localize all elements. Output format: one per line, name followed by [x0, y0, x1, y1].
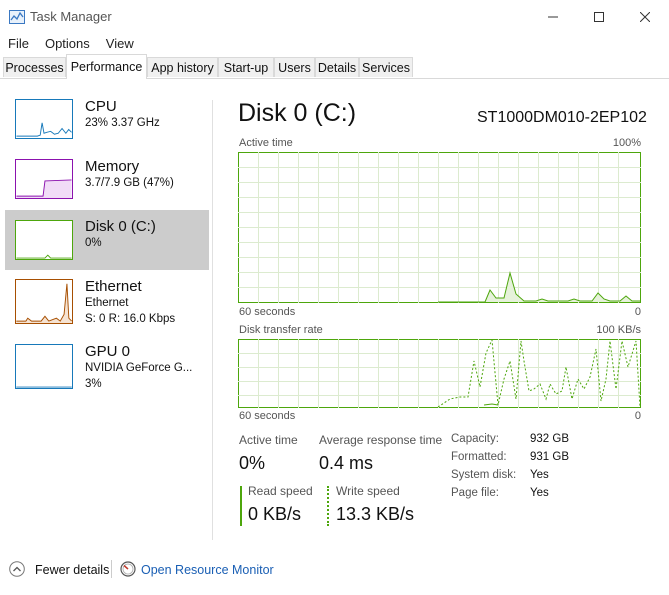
tab-services[interactable]: Services — [359, 57, 413, 77]
memory-thumbnail-graph — [15, 159, 73, 199]
fewer-details-button[interactable]: Fewer details — [35, 563, 109, 577]
page-file-value: Yes — [530, 487, 549, 499]
sidebar-item-cpu[interactable]: CPU 23% 3.37 GHz — [5, 95, 209, 155]
transfer-rate-graph-span: 60 seconds — [239, 410, 296, 422]
active-time-graph — [238, 152, 641, 303]
menu-view[interactable]: View — [98, 33, 142, 53]
sidebar-sub-cpu: 23% 3.37 GHz — [85, 117, 160, 129]
menu-file[interactable]: File — [0, 33, 37, 53]
sidebar-item-gpu[interactable]: GPU 0 NVIDIA GeForce G... 3% — [5, 340, 209, 400]
sidebar-label-disk: Disk 0 (C:) — [85, 218, 156, 235]
avg-response-value: 0.4 ms — [319, 453, 374, 473]
capacity-key: Capacity: — [451, 433, 499, 445]
write-speed-value: 13.3 KB/s — [336, 504, 415, 524]
active-time-label: Active time — [239, 433, 298, 447]
read-speed-indicator — [240, 486, 242, 526]
system-disk-key: System disk: — [451, 469, 517, 481]
write-speed-indicator — [327, 486, 329, 526]
cpu-thumbnail-graph — [15, 99, 73, 139]
active-time-graph-max: 100% — [612, 137, 641, 149]
formatted-key: Formatted: — [451, 451, 507, 463]
disk-thumbnail-graph — [15, 220, 73, 260]
window-title: Task Manager — [30, 9, 112, 24]
sidebar-label-gpu: GPU 0 — [85, 343, 131, 360]
sidebar-item-disk[interactable]: Disk 0 (C:) 0% — [5, 210, 209, 270]
read-speed-value: 0 KB/s — [248, 504, 302, 524]
sidebar-sub2-gpu: 3% — [85, 378, 102, 390]
close-icon — [640, 11, 650, 22]
tab-performance[interactable]: Performance — [66, 54, 147, 79]
active-time-value: 0% — [239, 453, 266, 473]
device-model: ST1000DM010-2EP102 — [477, 109, 647, 126]
avg-response-label: Average response time — [319, 433, 443, 447]
sidebar-label-memory: Memory — [85, 158, 140, 175]
sidebar-sub-gpu: NVIDIA GeForce G... — [85, 362, 193, 374]
sidebar-label-cpu: CPU — [85, 98, 117, 115]
formatted-value: 931 GB — [530, 451, 569, 463]
tab-users[interactable]: Users — [274, 57, 315, 77]
menu-options[interactable]: Options — [37, 33, 98, 53]
active-time-graph-min: 0 — [634, 306, 641, 318]
read-speed-label: Read speed — [248, 484, 313, 498]
gpu-thumbnail-graph — [15, 344, 73, 389]
page-title: Disk 0 (C:) — [238, 99, 357, 127]
system-disk-value: Yes — [530, 469, 549, 481]
sidebar-sub-ethernet: Ethernet — [85, 297, 129, 309]
minimize-icon — [548, 16, 558, 17]
sidebar-divider — [212, 100, 213, 540]
sidebar-sub2-ethernet: S: 0 R: 16.0 Kbps — [85, 313, 176, 325]
write-speed-label: Write speed — [336, 484, 400, 498]
tab-start-up[interactable]: Start-up — [218, 57, 274, 77]
resource-monitor-icon — [120, 561, 136, 577]
transfer-rate-graph-max: 100 KB/s — [596, 324, 641, 336]
sidebar-sub-disk: 0% — [85, 237, 102, 249]
minimize-button[interactable] — [530, 0, 576, 33]
transfer-rate-graph — [238, 339, 641, 408]
maximize-icon — [594, 11, 604, 22]
maximize-button[interactable] — [576, 0, 622, 33]
sidebar-item-ethernet[interactable]: Ethernet Ethernet S: 0 R: 16.0 Kbps — [5, 275, 209, 335]
tab-details[interactable]: Details — [315, 57, 359, 77]
sidebar-sub-memory: 3.7/7.9 GB (47%) — [85, 177, 174, 189]
open-resource-monitor-link[interactable]: Open Resource Monitor — [141, 563, 274, 577]
transfer-rate-graph-label: Disk transfer rate — [239, 324, 323, 336]
menu-bar: File Options View — [0, 33, 142, 53]
transfer-rate-graph-min: 0 — [634, 410, 641, 422]
tab-strip: Processes Performance App history Start-… — [0, 54, 669, 79]
sidebar-label-ethernet: Ethernet — [85, 278, 142, 295]
tab-processes[interactable]: Processes — [3, 57, 66, 77]
close-button[interactable] — [622, 0, 668, 33]
active-time-graph-span: 60 seconds — [239, 306, 296, 318]
chevron-up-icon[interactable] — [9, 561, 25, 577]
ethernet-thumbnail-graph — [15, 279, 73, 324]
active-time-graph-label: Active time — [239, 137, 293, 149]
page-file-key: Page file: — [451, 487, 499, 499]
capacity-value: 932 GB — [530, 433, 569, 445]
footer-divider — [111, 560, 112, 578]
sidebar-item-memory[interactable]: Memory 3.7/7.9 GB (47%) — [5, 155, 209, 215]
task-manager-icon — [9, 10, 25, 24]
tab-app-history[interactable]: App history — [147, 57, 218, 77]
